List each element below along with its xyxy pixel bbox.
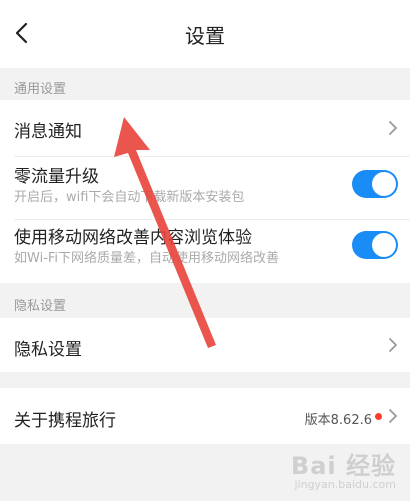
page-title: 设置 (185, 24, 225, 48)
mobile-network-toggle[interactable] (352, 231, 398, 259)
section-label-privacy: 隐私设置 (14, 299, 67, 314)
chevron-right-icon (389, 409, 397, 423)
zero-traffic-toggle[interactable] (352, 170, 398, 198)
about-label: 关于携程旅行 (14, 411, 116, 431)
about-card: 关于携程旅行 版本8.62.6 (0, 388, 410, 444)
watermark-url: jingyan.baidu.com (294, 478, 396, 491)
chevron-right-icon (389, 121, 397, 135)
toggle-knob (372, 172, 396, 196)
privacy-settings-card: 隐私设置 (0, 318, 410, 372)
top-bar: 设置 (0, 0, 410, 68)
general-settings-card: 消息通知 零流量升级 开启后，wifi下会自动下载新版本安装包 使用移动网络改善… (0, 100, 410, 283)
toggle-knob (372, 233, 396, 257)
chevron-right-icon (389, 338, 397, 352)
privacy-settings-label: 隐私设置 (14, 340, 82, 360)
about-row[interactable]: 关于携程旅行 版本8.62.6 (0, 388, 410, 444)
notifications-row[interactable]: 消息通知 (0, 100, 410, 156)
version-text: 版本8.62.6 (304, 413, 372, 428)
mobile-network-label: 使用移动网络改善内容浏览体验 (14, 228, 252, 248)
zero-traffic-label: 零流量升级 (14, 167, 99, 187)
notifications-label: 消息通知 (14, 122, 82, 142)
mobile-network-row: 使用移动网络改善内容浏览体验 如Wi-Fi下网络质量差，自动使用移动网络改善 (0, 220, 410, 283)
zero-traffic-upgrade-row: 零流量升级 开启后，wifi下会自动下载新版本安装包 (0, 157, 410, 219)
section-label-general: 通用设置 (14, 82, 67, 97)
zero-traffic-description: 开启后，wifi下会自动下载新版本安装包 (14, 190, 245, 205)
privacy-settings-row[interactable]: 隐私设置 (0, 318, 410, 372)
watermark-logo: Bai 经验 (290, 452, 396, 480)
mobile-network-description: 如Wi-Fi下网络质量差，自动使用移动网络改善 (14, 251, 280, 266)
update-badge (375, 413, 382, 420)
